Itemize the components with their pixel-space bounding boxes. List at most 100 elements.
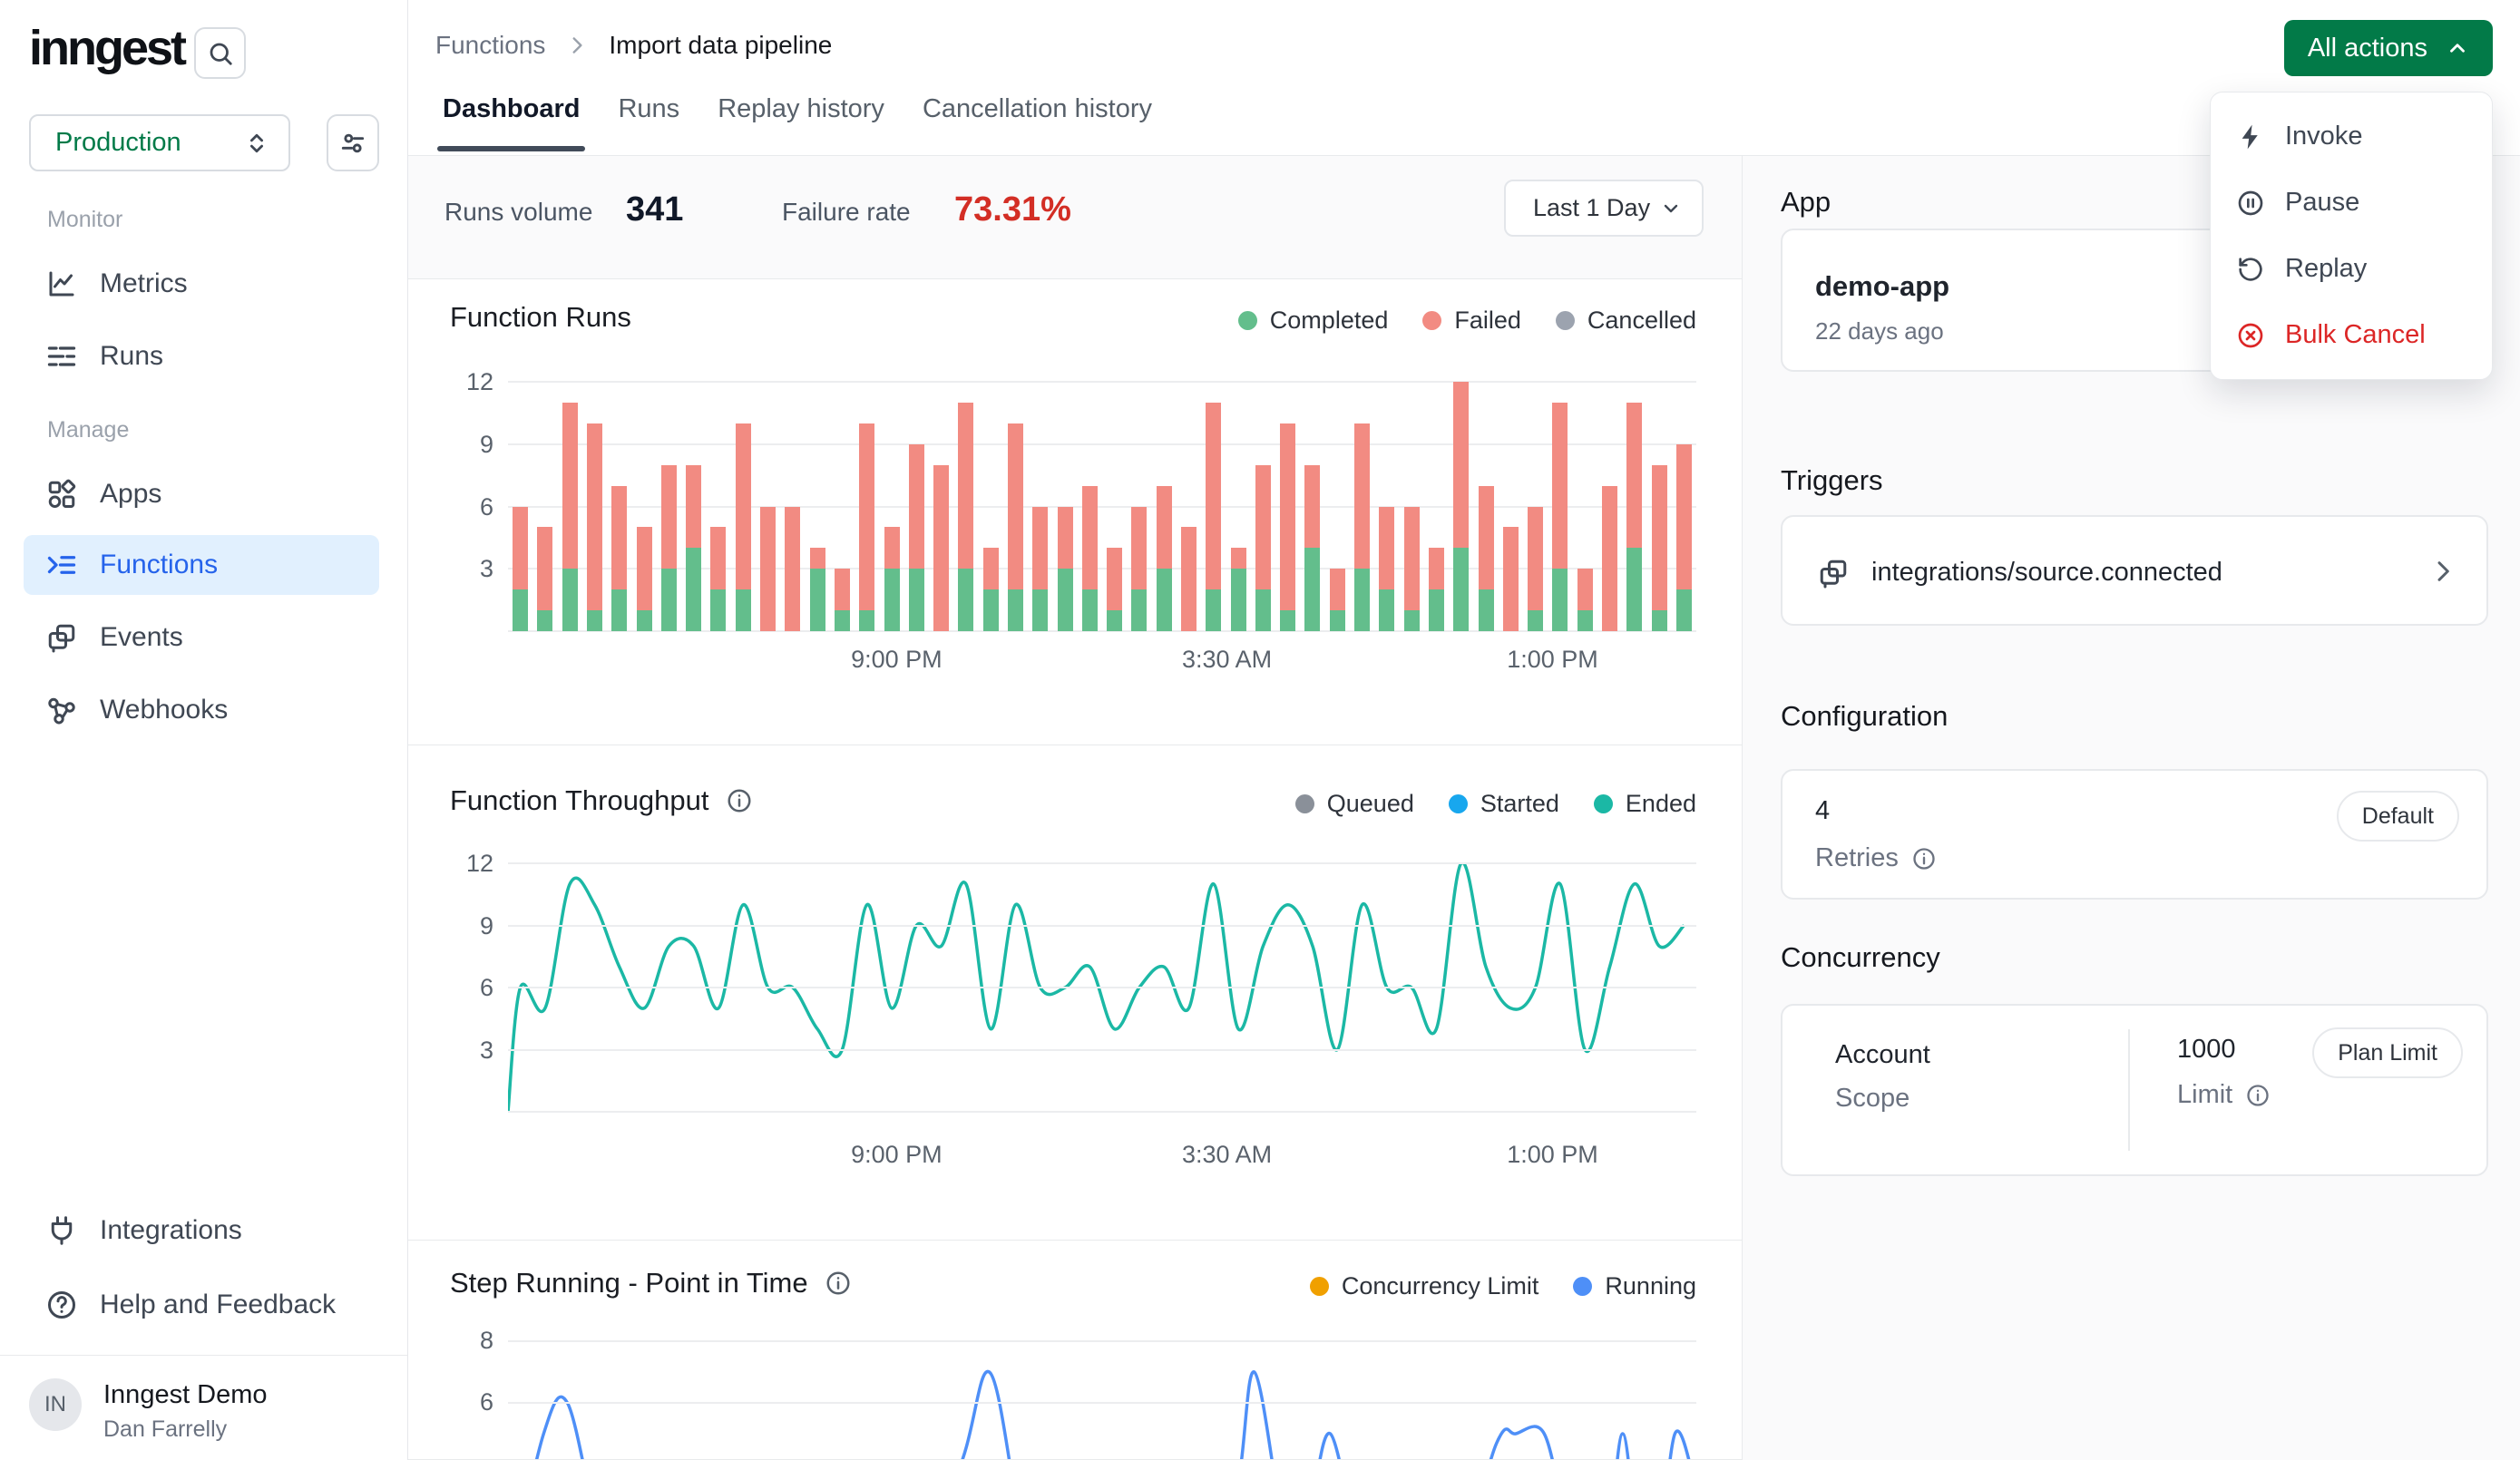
avatar[interactable]: IN	[29, 1378, 82, 1431]
gridline	[508, 443, 1696, 445]
bar-completed	[736, 589, 751, 631]
sidebar-item-help[interactable]: Help and Feedback	[24, 1275, 379, 1335]
concurrency-scope-label: Scope	[1835, 1084, 1910, 1114]
info-icon[interactable]	[1911, 846, 1937, 871]
sidebar-item-label: Metrics	[100, 268, 188, 299]
bar-failed	[1379, 507, 1394, 590]
y-tick-label: 9	[430, 431, 493, 459]
tab-dashboard[interactable]: Dashboard	[443, 94, 580, 151]
bar-failed	[1602, 486, 1617, 631]
info-icon[interactable]	[726, 787, 753, 814]
trigger-card[interactable]: integrations/source.connected	[1781, 515, 2488, 626]
y-tick-label: 9	[430, 912, 493, 940]
gridline	[508, 1402, 1696, 1404]
runs-volume-value: 341	[626, 190, 683, 229]
sidebar-item-integrations[interactable]: Integrations	[24, 1201, 379, 1260]
sidebar-item-webhooks[interactable]: Webhooks	[24, 680, 379, 740]
menu-item-pause[interactable]: Pause	[2211, 170, 2492, 236]
legend-concurrency-limit: Concurrency Limit	[1310, 1272, 1539, 1300]
chevron-right-icon	[2428, 557, 2457, 586]
all-actions-button[interactable]: All actions	[2284, 20, 2493, 76]
x-tick-label: 9:00 PM	[851, 1141, 943, 1169]
bar-failed	[1528, 507, 1543, 611]
bar-failed	[562, 403, 578, 569]
bar-failed	[611, 486, 627, 590]
bar-failed	[513, 507, 528, 590]
step-running-chart	[508, 1310, 1696, 1460]
tab-replay-history[interactable]: Replay history	[718, 94, 884, 151]
functions-icon	[45, 549, 78, 581]
x-tick-label: 3:30 AM	[1182, 1141, 1272, 1169]
bar-failed	[1354, 423, 1370, 569]
gridline	[508, 862, 1696, 864]
sidebar-item-metrics[interactable]: Metrics	[24, 254, 379, 314]
running-line	[508, 1310, 1696, 1460]
plan-limit-badge: Plan Limit	[2312, 1027, 2463, 1078]
bar-completed	[1354, 569, 1370, 631]
bar-failed	[785, 507, 800, 632]
menu-item-invoke[interactable]: Invoke	[2211, 103, 2492, 170]
environment-settings-button[interactable]	[327, 114, 379, 171]
chevron-up-icon	[2446, 36, 2469, 60]
info-icon[interactable]	[2245, 1083, 2271, 1108]
bar-completed	[1379, 589, 1394, 631]
bar-failed	[983, 548, 999, 589]
bar-completed	[513, 589, 528, 631]
runs-list-icon	[45, 340, 78, 373]
gridline	[508, 381, 1696, 383]
failure-rate-label: Failure rate	[782, 198, 911, 227]
user-org-name: Inngest Demo	[103, 1380, 268, 1410]
bar-failed	[810, 548, 825, 569]
all-actions-menu: Invoke Pause Replay Bulk Cancel	[2210, 92, 2493, 380]
bar-failed	[1058, 507, 1073, 569]
concurrency-card: Account Scope 1000 Limit Plan Limit	[1781, 1004, 2488, 1176]
gridline	[508, 987, 1696, 988]
bar-failed	[1652, 465, 1667, 610]
bar-failed	[1255, 465, 1271, 590]
info-icon[interactable]	[825, 1270, 852, 1297]
sidebar-item-events[interactable]: Events	[24, 608, 379, 667]
bar-failed	[884, 527, 900, 569]
bar-completed	[1058, 569, 1073, 631]
y-tick-label: 3	[430, 1037, 493, 1065]
breadcrumb-functions[interactable]: Functions	[435, 31, 545, 60]
legend-cancelled: Cancelled	[1556, 307, 1696, 335]
sidebar-item-label: Help and Feedback	[100, 1290, 336, 1320]
x-tick-label: 1:00 PM	[1507, 646, 1598, 674]
app-synced-time: 22 days ago	[1815, 317, 1944, 346]
legend-failed: Failed	[1422, 307, 1521, 335]
running-series-path	[508, 1371, 1696, 1460]
triggers-heading: Triggers	[1781, 464, 1883, 497]
concurrency-limit-value: 1000	[2177, 1035, 2236, 1065]
tab-cancellation-history[interactable]: Cancellation history	[923, 94, 1152, 151]
x-tick-label: 1:00 PM	[1507, 1141, 1598, 1169]
legend-running: Running	[1573, 1272, 1696, 1300]
bar-failed	[1552, 403, 1568, 569]
step-running-section: Step Running - Point in Time Concurrency…	[408, 1241, 1742, 1460]
bar-completed	[562, 569, 578, 631]
menu-item-bulk-cancel[interactable]: Bulk Cancel	[2211, 302, 2492, 368]
tab-runs[interactable]: Runs	[618, 94, 679, 151]
bar-failed	[1479, 486, 1494, 590]
line-chart-icon	[45, 268, 78, 300]
environment-selector[interactable]: Production	[29, 114, 290, 171]
bar-completed	[1107, 610, 1122, 631]
event-icon	[1817, 557, 1850, 589]
bar-completed	[1453, 548, 1469, 631]
sidebar-item-apps[interactable]: Apps	[24, 464, 379, 524]
sidebar-item-functions[interactable]: Functions	[24, 535, 379, 595]
bar-failed	[1676, 444, 1692, 589]
bar-failed	[1032, 507, 1048, 590]
bar-completed	[611, 589, 627, 631]
search-icon	[207, 40, 234, 67]
bar-failed	[760, 507, 776, 632]
sidebar-item-runs[interactable]: Runs	[24, 326, 379, 386]
menu-item-replay[interactable]: Replay	[2211, 236, 2492, 302]
app-name: demo-app	[1815, 270, 1949, 303]
bar-completed	[1280, 610, 1295, 631]
all-actions-label: All actions	[2308, 34, 2427, 63]
search-button[interactable]	[194, 27, 246, 79]
help-circle-icon	[45, 1289, 78, 1321]
app-window: inngest Production Monitor Metrics Runs …	[0, 0, 2520, 1460]
time-range-dropdown[interactable]: Last 1 Day	[1504, 180, 1704, 237]
